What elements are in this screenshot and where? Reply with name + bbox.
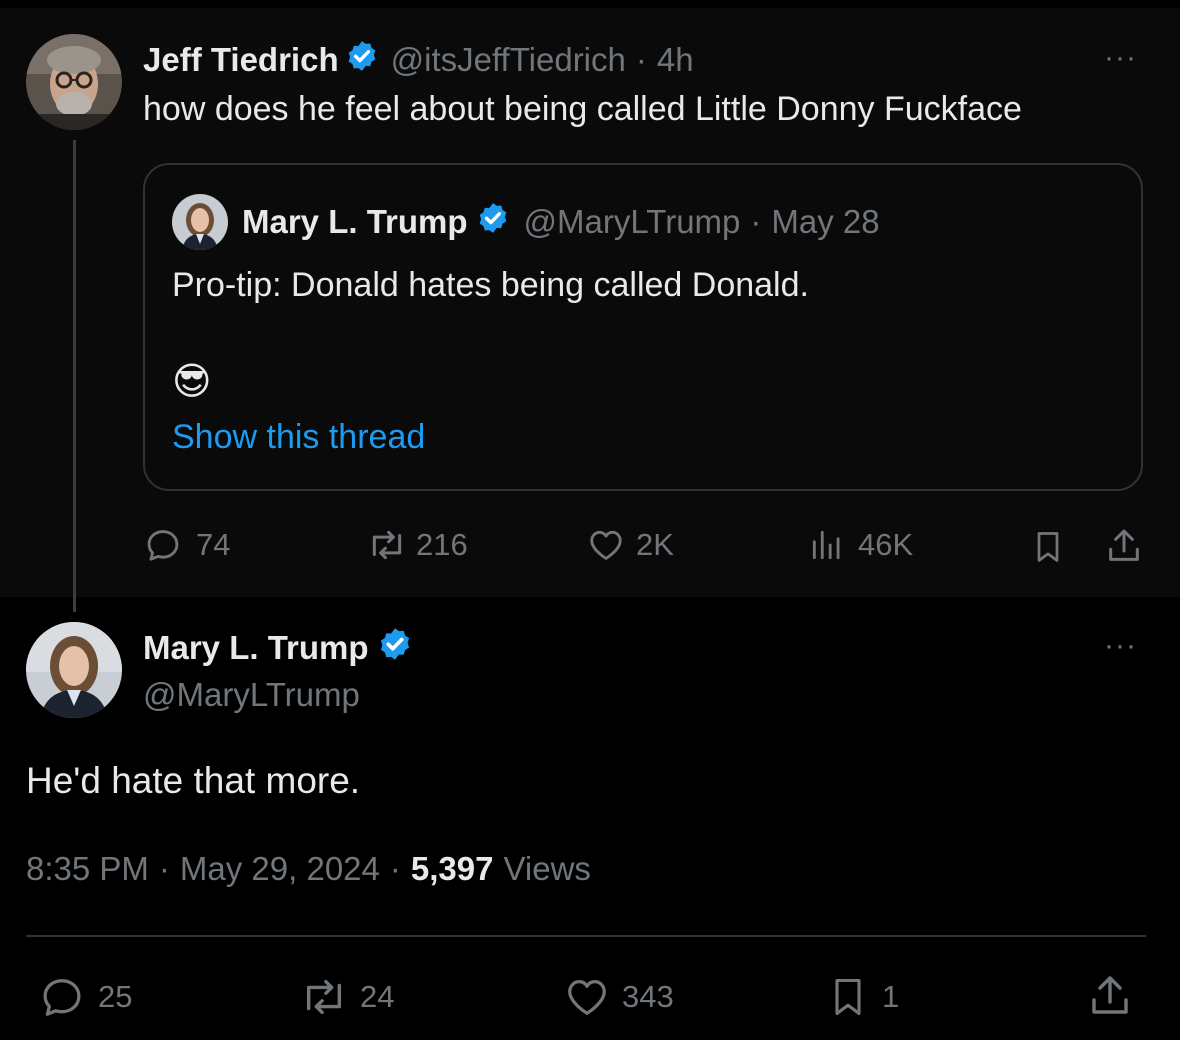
reply-icon: [144, 526, 182, 564]
bookmark-count: 1: [882, 979, 900, 1014]
show-thread-link[interactable]: Show this thread: [172, 418, 425, 457]
reply-count: 74: [196, 527, 231, 562]
share-icon: [1086, 972, 1134, 1020]
tweet-meta: 8:35 PM · May 29, 2024 · 5,397 Views: [26, 850, 591, 888]
repost-button[interactable]: 216: [366, 526, 468, 564]
author-handle[interactable]: @itsJeffTiedrich: [391, 41, 626, 79]
views-count: 46K: [858, 527, 914, 562]
like-button[interactable]: 2K: [586, 526, 674, 564]
quoted-author-name[interactable]: Mary L. Trump: [242, 203, 468, 241]
avatar-mary[interactable]: [26, 622, 122, 718]
share-button[interactable]: [1086, 972, 1134, 1020]
like-count: 343: [622, 979, 674, 1014]
quoted-tweet-text: Pro-tip: Donald hates being called Donal…: [172, 266, 809, 304]
sunglasses-emoji: 😎: [172, 361, 212, 403]
quoted-tweet-time[interactable]: May 28: [771, 203, 879, 241]
tweet-date[interactable]: May 29, 2024: [180, 850, 380, 888]
like-count: 2K: [636, 527, 674, 562]
views-button[interactable]: 46K: [808, 526, 913, 564]
quoted-tweet-header: Mary L. Trump @MaryLTrump · May 28: [242, 200, 880, 244]
bookmark-icon: [1030, 528, 1066, 566]
like-icon: [562, 974, 612, 1020]
views-icon: [808, 526, 846, 564]
bookmark-icon: [826, 974, 870, 1020]
main-tweet-text: He'd hate that more.: [26, 760, 361, 801]
reply-button[interactable]: 74: [144, 526, 230, 564]
reply-button[interactable]: 25: [38, 974, 132, 1020]
quoted-header-separator: ·: [750, 203, 762, 240]
like-button[interactable]: 343: [562, 974, 674, 1020]
share-icon: [1104, 526, 1144, 566]
avatar-mary-small[interactable]: [172, 194, 228, 250]
more-icon[interactable]: ···: [1104, 43, 1137, 73]
bookmark-button[interactable]: 1: [826, 974, 899, 1020]
parent-tweet-text: how does he feel about being called Litt…: [143, 90, 1022, 128]
meta-separator: ·: [389, 850, 401, 887]
quoted-author-handle[interactable]: @MaryLTrump: [524, 203, 741, 241]
reply-count: 25: [98, 979, 133, 1014]
divider: [26, 935, 1146, 937]
meta-separator: ·: [158, 850, 170, 887]
repost-button[interactable]: 24: [298, 974, 394, 1020]
repost-icon: [298, 974, 350, 1020]
verified-badge-icon: [476, 201, 510, 243]
reply-icon: [38, 974, 86, 1020]
main-author-name[interactable]: Mary L. Trump: [143, 629, 369, 667]
main-author-handle[interactable]: @MaryLTrump: [143, 676, 360, 714]
tweet-time[interactable]: 4h: [657, 41, 694, 79]
thread-connector-line: [73, 140, 76, 612]
bookmark-button[interactable]: [1030, 528, 1066, 566]
parent-tweet-header: Jeff Tiedrich @itsJeffTiedrich · 4h: [143, 38, 694, 82]
verified-badge-icon: [377, 626, 413, 670]
author-name[interactable]: Jeff Tiedrich: [143, 41, 339, 79]
repost-count: 24: [360, 979, 395, 1014]
main-tweet-header: Mary L. Trump: [143, 626, 413, 670]
repost-icon: [366, 526, 408, 564]
views-count: 5,397: [410, 850, 494, 887]
views-label: Views: [503, 850, 591, 887]
more-icon[interactable]: ···: [1104, 631, 1137, 661]
header-separator: ·: [635, 41, 647, 78]
avatar-jeff[interactable]: [26, 34, 122, 130]
repost-count: 216: [416, 527, 468, 562]
like-icon: [586, 526, 626, 564]
tweet-time[interactable]: 8:35 PM: [26, 850, 149, 888]
verified-badge-icon: [345, 39, 379, 81]
share-button[interactable]: [1104, 526, 1144, 566]
